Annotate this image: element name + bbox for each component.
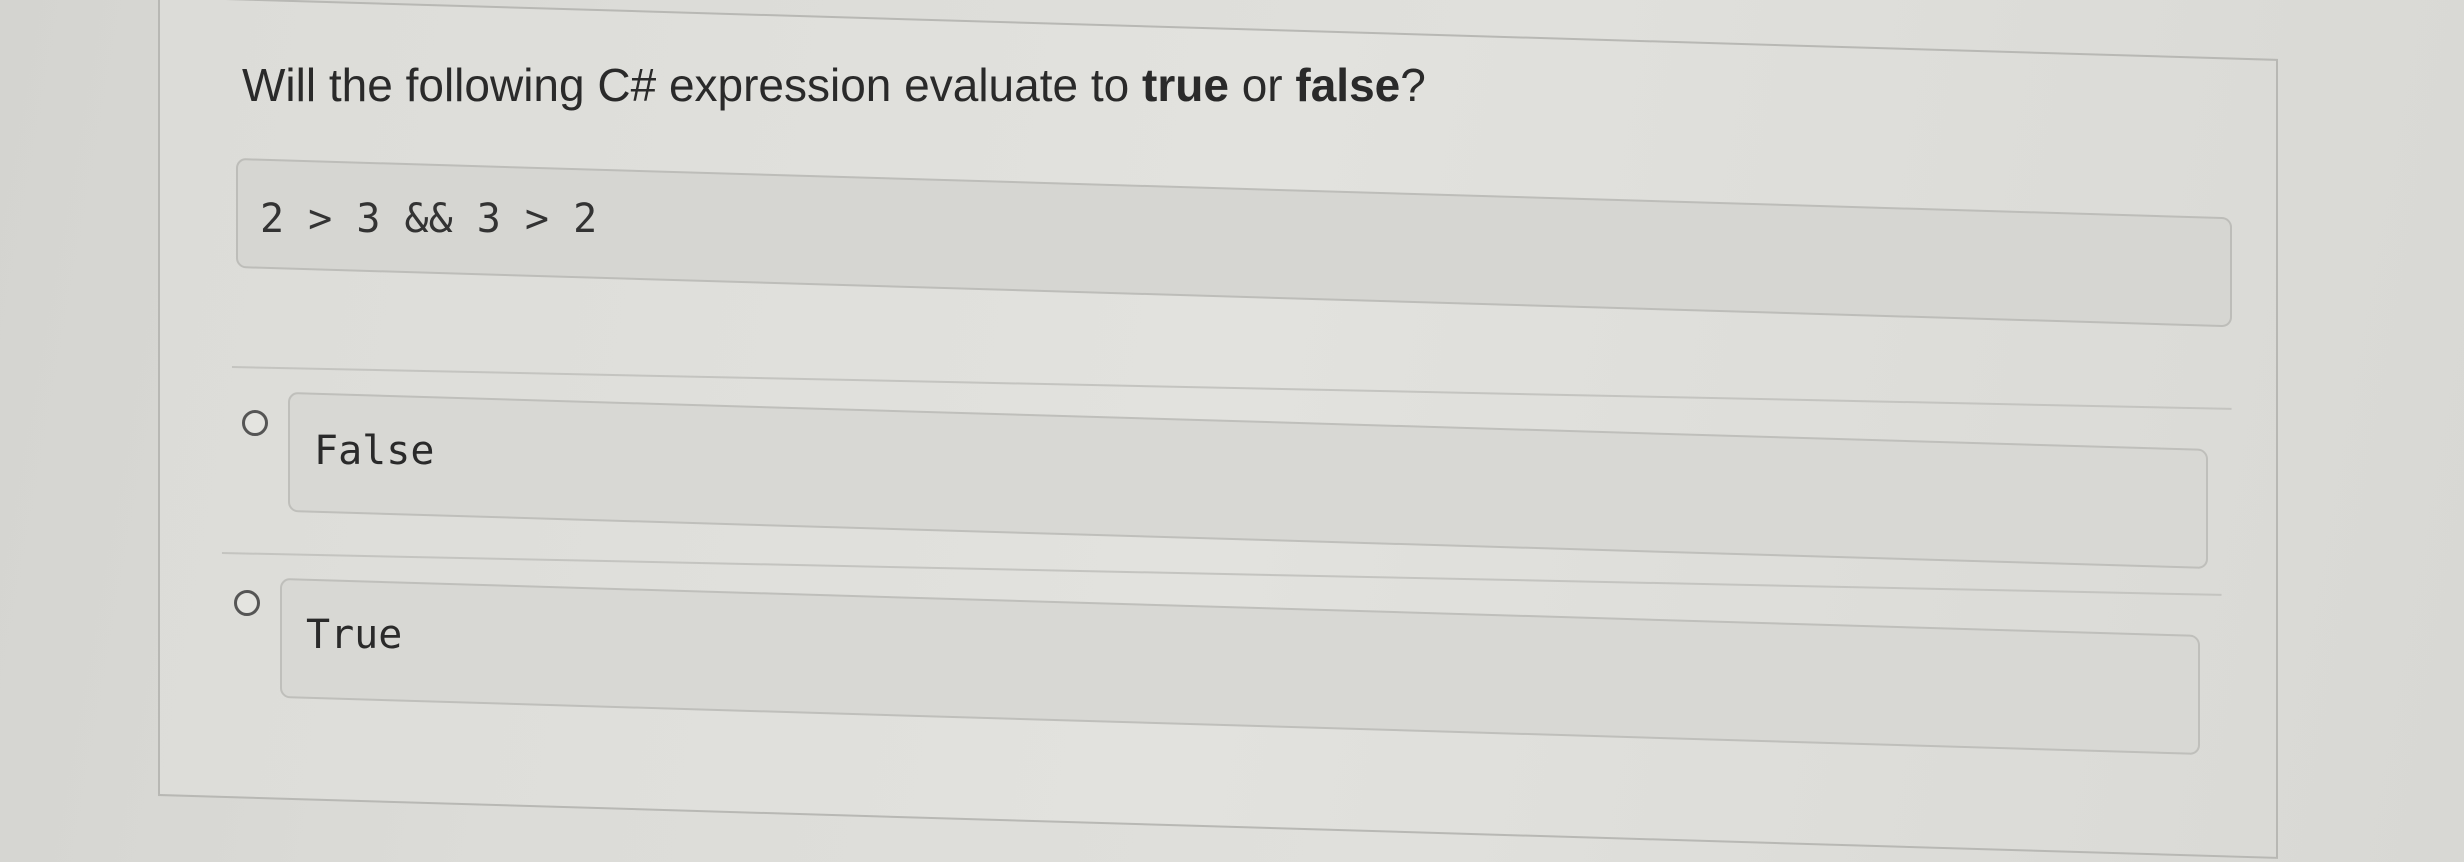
question-suffix: ? xyxy=(1400,59,1426,111)
code-expression: 2 > 3 && 3 > 2 xyxy=(260,196,598,242)
answer-option-false-label: False xyxy=(314,428,435,474)
question-prompt: Will the following C# expression evaluat… xyxy=(242,58,1426,112)
answer-option-true-label: True xyxy=(306,612,403,658)
question-middle: or xyxy=(1228,59,1296,111)
question-true-word: true xyxy=(1142,59,1229,111)
question-prefix: Will the following C# expression evaluat… xyxy=(242,59,1143,111)
radio-button-false[interactable] xyxy=(242,410,268,436)
radio-button-true[interactable] xyxy=(234,590,260,616)
question-false-word: false xyxy=(1295,59,1401,111)
